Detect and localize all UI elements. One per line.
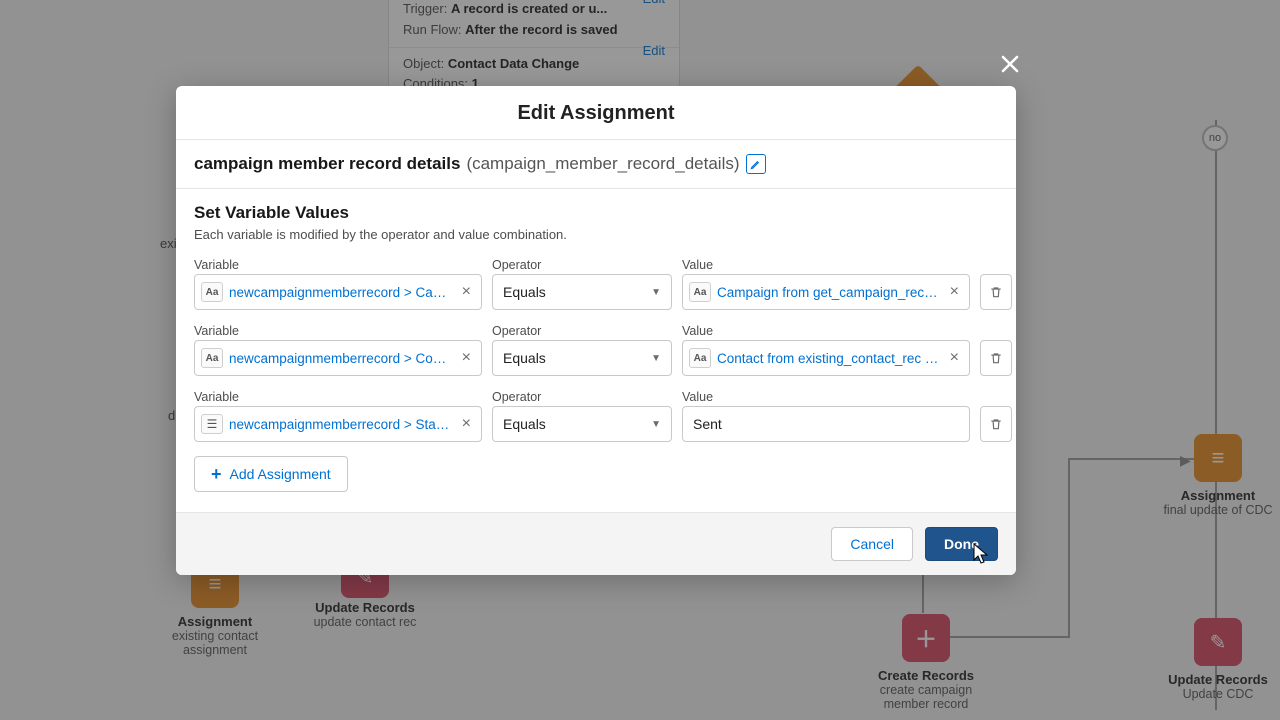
value-value: Campaign from get_campaign_recor... <box>717 285 940 300</box>
operator-select[interactable]: Equals ▼ <box>492 406 672 442</box>
value-label: Value <box>682 258 970 272</box>
variable-value: newcampaignmemberrecord > Status <box>229 417 452 432</box>
clear-icon[interactable]: × <box>458 415 475 433</box>
delete-row-button[interactable] <box>980 406 1012 442</box>
value-label: Value <box>682 390 970 404</box>
close-icon[interactable] <box>998 52 1022 76</box>
operator-value: Equals <box>503 416 546 432</box>
add-assignment-button[interactable]: + Add Assignment <box>194 456 348 492</box>
plus-icon: + <box>211 464 222 485</box>
operator-label: Operator <box>492 390 672 404</box>
clear-icon[interactable]: × <box>458 349 475 367</box>
variable-label: Variable <box>194 324 482 338</box>
operator-value: Equals <box>503 350 546 366</box>
assignment-row: Variable Aa newcampaignmemberrecord > Ca… <box>194 258 998 310</box>
text-type-icon: Aa <box>201 348 223 368</box>
variable-input[interactable]: Aa newcampaignmemberrecord > Cam... × <box>194 274 482 310</box>
variable-input[interactable]: ☰ newcampaignmemberrecord > Status × <box>194 406 482 442</box>
done-button[interactable]: Done <box>925 527 998 561</box>
modal-body: Set Variable Values Each variable is mod… <box>176 189 1016 512</box>
edit-assignment-modal: Edit Assignment campaign member record d… <box>176 86 1016 575</box>
value-input[interactable]: Aa Campaign from get_campaign_recor... × <box>682 274 970 310</box>
picklist-type-icon: ☰ <box>201 414 223 434</box>
clear-icon[interactable]: × <box>946 283 963 301</box>
delete-row-button[interactable] <box>980 340 1012 376</box>
chevron-down-icon: ▼ <box>651 287 661 298</box>
section-title: Set Variable Values <box>194 203 998 223</box>
section-subtitle: Each variable is modified by the operato… <box>194 227 998 242</box>
assignment-row: Variable ☰ newcampaignmemberrecord > Sta… <box>194 390 998 442</box>
add-assignment-label: Add Assignment <box>230 466 331 482</box>
value-label: Value <box>682 324 970 338</box>
text-type-icon: Aa <box>201 282 223 302</box>
element-display-name: campaign member record details <box>194 154 460 174</box>
modal-footer: Cancel Done <box>176 512 1016 575</box>
chevron-down-icon: ▼ <box>651 353 661 364</box>
element-api-name: (campaign_member_record_details) <box>466 154 739 174</box>
operator-label: Operator <box>492 324 672 338</box>
variable-value: newcampaignmemberrecord > Cont... <box>229 351 452 366</box>
value-input[interactable]: Sent <box>682 406 970 442</box>
value-input[interactable]: Aa Contact from existing_contact_rec > .… <box>682 340 970 376</box>
operator-select[interactable]: Equals ▼ <box>492 340 672 376</box>
text-type-icon: Aa <box>689 348 711 368</box>
value-value: Sent <box>693 416 722 432</box>
edit-name-button[interactable] <box>746 154 766 174</box>
operator-select[interactable]: Equals ▼ <box>492 274 672 310</box>
clear-icon[interactable]: × <box>946 349 963 367</box>
variable-input[interactable]: Aa newcampaignmemberrecord > Cont... × <box>194 340 482 376</box>
operator-label: Operator <box>492 258 672 272</box>
text-type-icon: Aa <box>689 282 711 302</box>
value-value: Contact from existing_contact_rec > ... <box>717 351 940 366</box>
assignment-row: Variable Aa newcampaignmemberrecord > Co… <box>194 324 998 376</box>
variable-value: newcampaignmemberrecord > Cam... <box>229 285 452 300</box>
variable-label: Variable <box>194 258 482 272</box>
clear-icon[interactable]: × <box>458 283 475 301</box>
chevron-down-icon: ▼ <box>651 419 661 430</box>
delete-row-button[interactable] <box>980 274 1012 310</box>
operator-value: Equals <box>503 284 546 300</box>
variable-label: Variable <box>194 390 482 404</box>
cancel-button[interactable]: Cancel <box>831 527 913 561</box>
modal-title: Edit Assignment <box>176 86 1016 140</box>
element-name-row: campaign member record details (campaign… <box>176 140 1016 189</box>
